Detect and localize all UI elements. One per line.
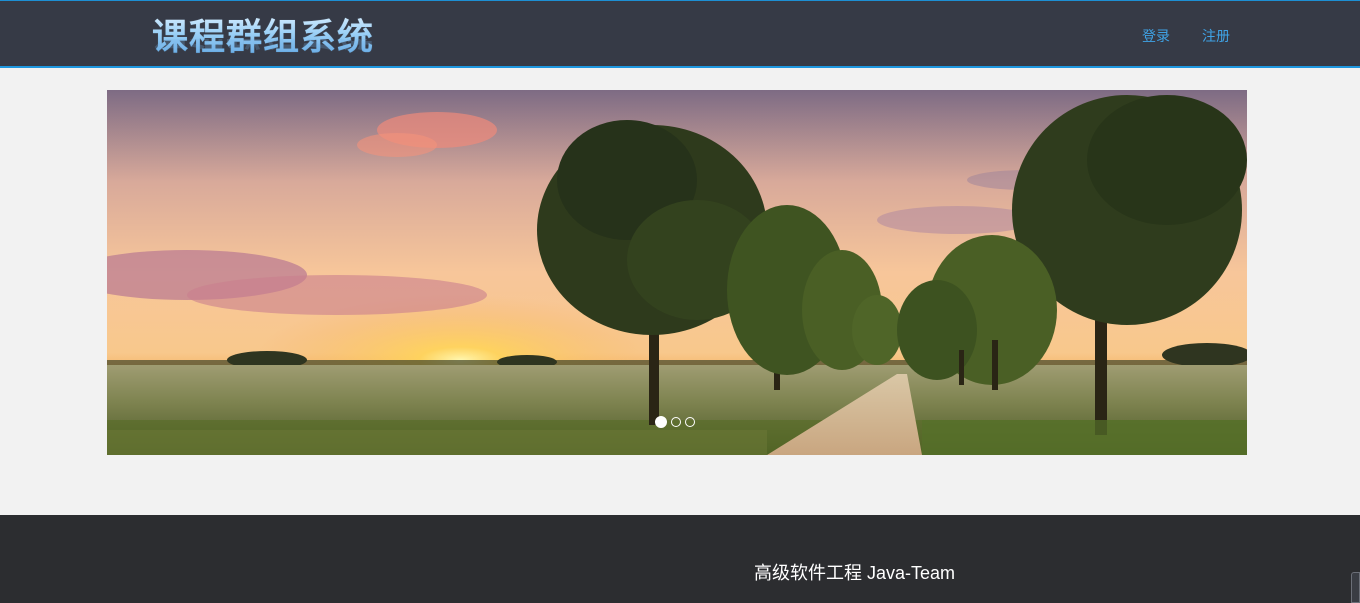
scroll-to-top-handle[interactable] [1351,572,1360,603]
top-header: 课程群组系统 课程群组系统 登录 注册 [0,0,1360,68]
carousel-indicators [655,416,695,428]
page-footer: 高级软件工程 Java-Team [0,515,1360,603]
carousel-dot-2[interactable] [671,417,681,427]
carousel-dot-1[interactable] [655,416,667,428]
carousel-dot-3[interactable] [685,417,695,427]
register-link[interactable]: 注册 [1202,26,1230,46]
image-carousel[interactable] [107,90,1247,455]
logo-reflection: 课程群组系统 [152,39,374,53]
carousel-slide-image [107,90,1247,455]
login-link[interactable]: 登录 [1142,26,1170,46]
footer-team-text: 高级软件工程 Java-Team [754,563,956,583]
